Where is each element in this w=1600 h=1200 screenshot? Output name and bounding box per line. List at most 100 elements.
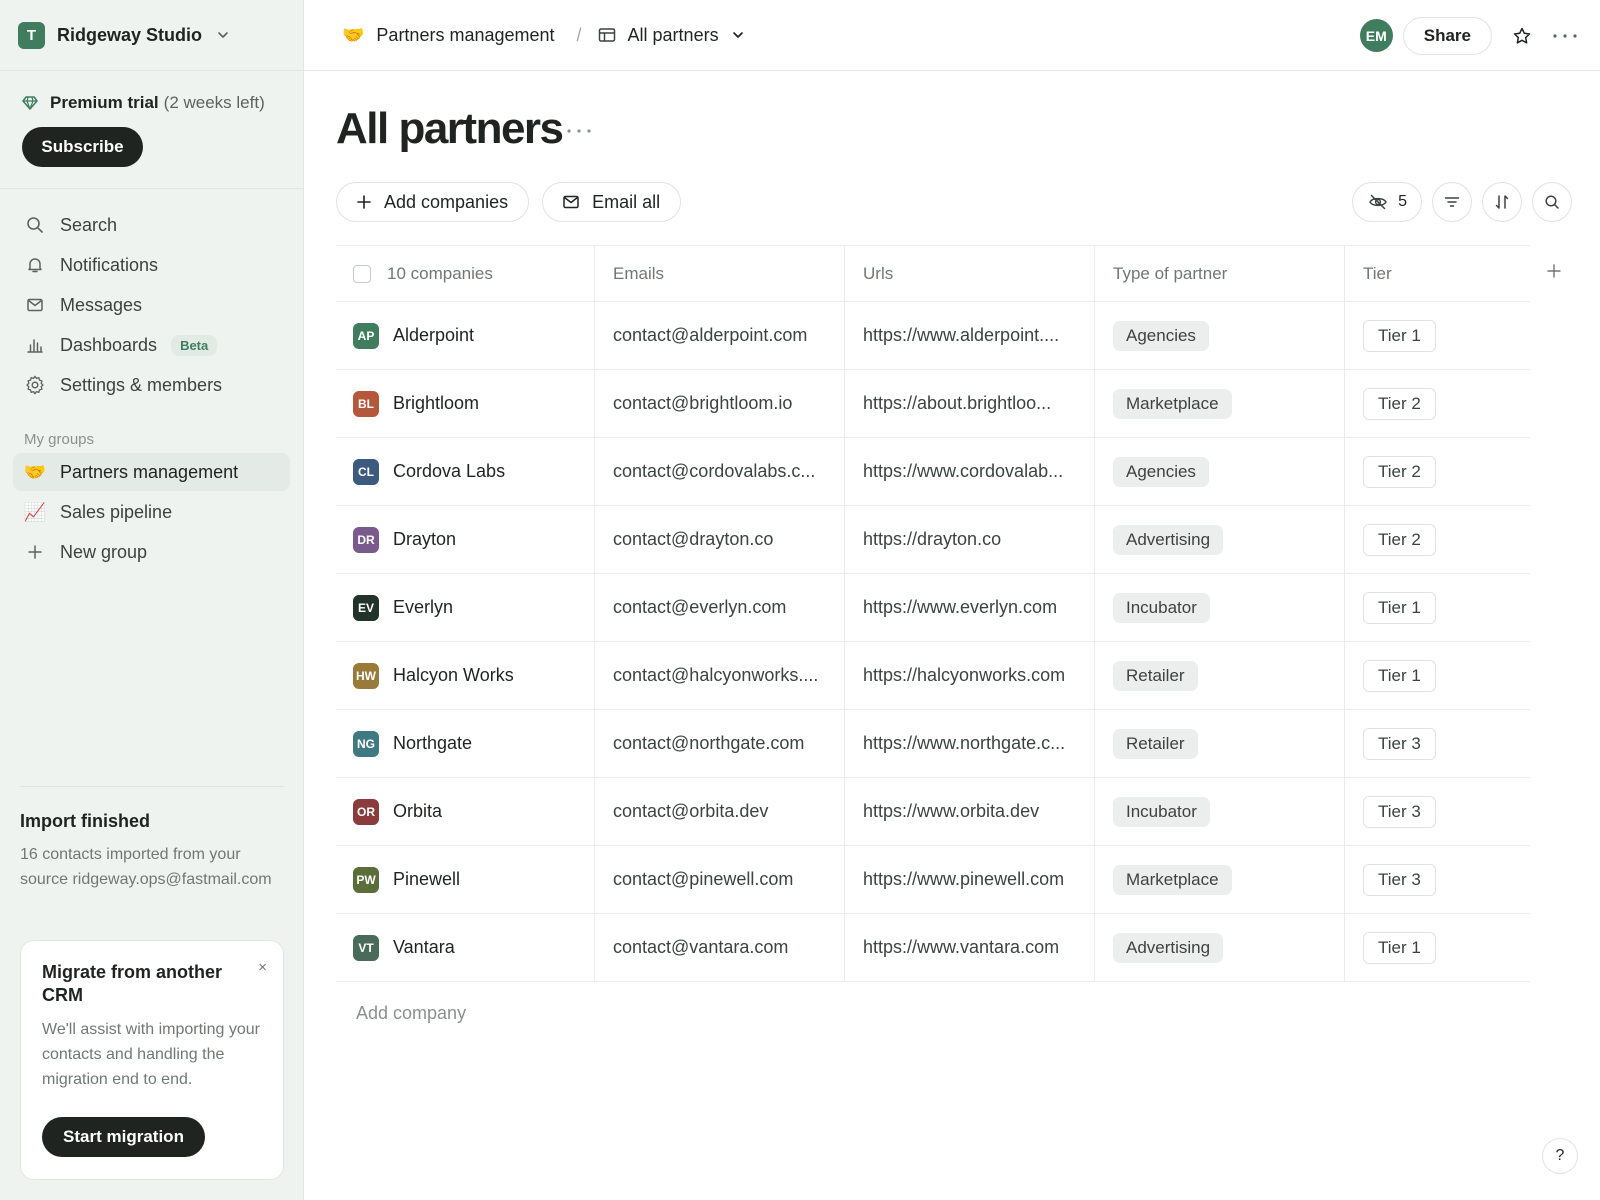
email-cell[interactable]: contact@everlyn.com — [595, 574, 845, 641]
company-cell[interactable]: NG Northgate — [336, 710, 595, 777]
column-header-emails[interactable]: Emails — [595, 246, 845, 301]
email-all-button[interactable]: Email all — [542, 182, 682, 222]
url-cell[interactable]: https://about.brightloo... — [845, 370, 1095, 437]
sidebar-group-sales-pipeline[interactable]: 📈 Sales pipeline — [13, 493, 290, 531]
sidebar-item-search[interactable]: Search — [0, 205, 303, 245]
email-cell[interactable]: contact@northgate.com — [595, 710, 845, 777]
user-avatar[interactable]: EM — [1359, 19, 1393, 52]
type-cell[interactable]: Marketplace — [1095, 846, 1345, 913]
url-cell[interactable]: https://www.everlyn.com — [845, 574, 1095, 641]
tier-cell[interactable]: Tier 2 — [1345, 506, 1530, 573]
type-cell[interactable]: Advertising — [1095, 506, 1345, 573]
type-cell[interactable]: Agencies — [1095, 302, 1345, 369]
type-cell[interactable]: Incubator — [1095, 778, 1345, 845]
share-button[interactable]: Share — [1402, 16, 1492, 55]
table-row[interactable]: PW Pinewell contact@pinewell.com https://ww… — [336, 846, 1530, 914]
more-icon[interactable] — [566, 128, 592, 134]
help-button[interactable]: ? — [1542, 1138, 1578, 1174]
type-cell[interactable]: Marketplace — [1095, 370, 1345, 437]
company-cell[interactable]: EV Everlyn — [336, 574, 595, 641]
type-cell[interactable]: Retailer — [1095, 642, 1345, 709]
company-cell[interactable]: VT Vantara — [336, 914, 595, 981]
filter-button[interactable] — [1432, 182, 1472, 222]
table-row[interactable]: EV Everlyn contact@everlyn.com https://www.… — [336, 574, 1530, 642]
breadcrumb-view[interactable]: All partners — [598, 25, 745, 46]
table-row[interactable]: CL Cordova Labs contact@cordovalabs.c... ht… — [336, 438, 1530, 506]
tier-cell[interactable]: Tier 3 — [1345, 778, 1530, 845]
sidebar-item-dashboards[interactable]: Dashboards Beta — [0, 325, 303, 365]
url-cell[interactable]: https://www.northgate.c... — [845, 710, 1095, 777]
tier-cell[interactable]: Tier 1 — [1345, 574, 1530, 641]
breadcrumb-group[interactable]: 🤝 Partners management — [342, 25, 555, 46]
add-column-icon[interactable] — [1546, 263, 1562, 279]
subscribe-button[interactable]: Subscribe — [22, 127, 143, 167]
url-cell[interactable]: https://www.cordovalab... — [845, 438, 1095, 505]
table-row[interactable]: NG Northgate contact@northgate.com https://… — [336, 710, 1530, 778]
table-row[interactable]: VT Vantara contact@vantara.com https://www.… — [336, 914, 1530, 982]
company-cell[interactable]: AP Alderpoint — [336, 302, 595, 369]
type-cell[interactable]: Advertising — [1095, 914, 1345, 981]
table-row[interactable]: OR Orbita contact@orbita.dev https://www.or… — [336, 778, 1530, 846]
company-cell[interactable]: BL Brightloom — [336, 370, 595, 437]
url-cell[interactable]: https://www.orbita.dev — [845, 778, 1095, 845]
email-cell[interactable]: contact@brightloom.io — [595, 370, 845, 437]
sidebar-item-settings[interactable]: Settings & members — [0, 365, 303, 405]
email-cell[interactable]: contact@alderpoint.com — [595, 302, 845, 369]
email-cell[interactable]: contact@pinewell.com — [595, 846, 845, 913]
email-value: contact@northgate.com — [613, 733, 805, 753]
tier-badge: Tier 2 — [1363, 387, 1436, 420]
column-header-urls[interactable]: Urls — [845, 246, 1095, 301]
tier-cell[interactable]: Tier 2 — [1345, 370, 1530, 437]
add-company-row[interactable]: Add company — [336, 982, 1530, 1044]
add-companies-button[interactable]: Add companies — [336, 182, 530, 222]
start-migration-button[interactable]: Start migration — [42, 1117, 205, 1157]
close-icon[interactable]: × — [258, 959, 267, 976]
email-cell[interactable]: contact@orbita.dev — [595, 778, 845, 845]
type-cell[interactable]: Retailer — [1095, 710, 1345, 777]
select-all-checkbox[interactable] — [353, 264, 371, 283]
email-cell[interactable]: contact@halcyonworks.... — [595, 642, 845, 709]
tier-cell[interactable]: Tier 1 — [1345, 642, 1530, 709]
sidebar-group-partners-management[interactable]: 🤝 Partners management — [13, 453, 290, 491]
url-cell[interactable]: https://www.pinewell.com — [845, 846, 1095, 913]
url-cell[interactable]: https://www.alderpoint.... — [845, 302, 1095, 369]
star-icon[interactable] — [1512, 26, 1532, 46]
column-header-tier[interactable]: Tier — [1345, 246, 1530, 301]
type-cell[interactable]: Agencies — [1095, 438, 1345, 505]
hidden-fields-button[interactable]: 5 — [1352, 182, 1422, 222]
new-group-button[interactable]: New group — [13, 533, 290, 571]
sidebar-item-messages[interactable]: Messages — [0, 285, 303, 325]
company-cell[interactable]: OR Orbita — [336, 778, 595, 845]
company-cell[interactable]: DR Drayton — [336, 506, 595, 573]
tier-cell[interactable]: Tier 1 — [1345, 302, 1530, 369]
type-cell[interactable]: Incubator — [1095, 574, 1345, 641]
column-header-type[interactable]: Type of partner — [1095, 246, 1345, 301]
tier-cell[interactable]: Tier 2 — [1345, 438, 1530, 505]
tier-cell[interactable]: Tier 3 — [1345, 846, 1530, 913]
trial-remaining: (2 weeks left) — [163, 93, 265, 112]
url-cell[interactable]: https://halcyonworks.com — [845, 642, 1095, 709]
url-cell[interactable]: https://www.vantara.com — [845, 914, 1095, 981]
table-row[interactable]: DR Drayton contact@drayton.co https://drayt… — [336, 506, 1530, 574]
url-cell[interactable]: https://drayton.co — [845, 506, 1095, 573]
sidebar-item-label: Dashboards — [60, 334, 158, 355]
partner-type-tag: Agencies — [1113, 456, 1209, 487]
gear-icon — [24, 375, 46, 395]
company-cell[interactable]: CL Cordova Labs — [336, 438, 595, 505]
email-cell[interactable]: contact@drayton.co — [595, 506, 845, 573]
table-row[interactable]: AP Alderpoint contact@alderpoint.com https:… — [336, 302, 1530, 370]
table-row[interactable]: BL Brightloom contact@brightloom.io https:/… — [336, 370, 1530, 438]
tier-cell[interactable]: Tier 3 — [1345, 710, 1530, 777]
sidebar-item-notifications[interactable]: Notifications — [0, 245, 303, 285]
tier-cell[interactable]: Tier 1 — [1345, 914, 1530, 981]
more-icon[interactable] — [1552, 33, 1578, 39]
company-cell[interactable]: PW Pinewell — [336, 846, 595, 913]
email-cell[interactable]: contact@vantara.com — [595, 914, 845, 981]
sort-button[interactable] — [1482, 182, 1522, 222]
email-cell[interactable]: contact@cordovalabs.c... — [595, 438, 845, 505]
search-table-button[interactable] — [1532, 182, 1572, 222]
table-row[interactable]: HW Halcyon Works contact@halcyonworks.... h… — [336, 642, 1530, 710]
import-title: Import finished — [20, 811, 150, 831]
workspace-switcher[interactable]: T Ridgeway Studio — [0, 0, 303, 71]
company-cell[interactable]: HW Halcyon Works — [336, 642, 595, 709]
